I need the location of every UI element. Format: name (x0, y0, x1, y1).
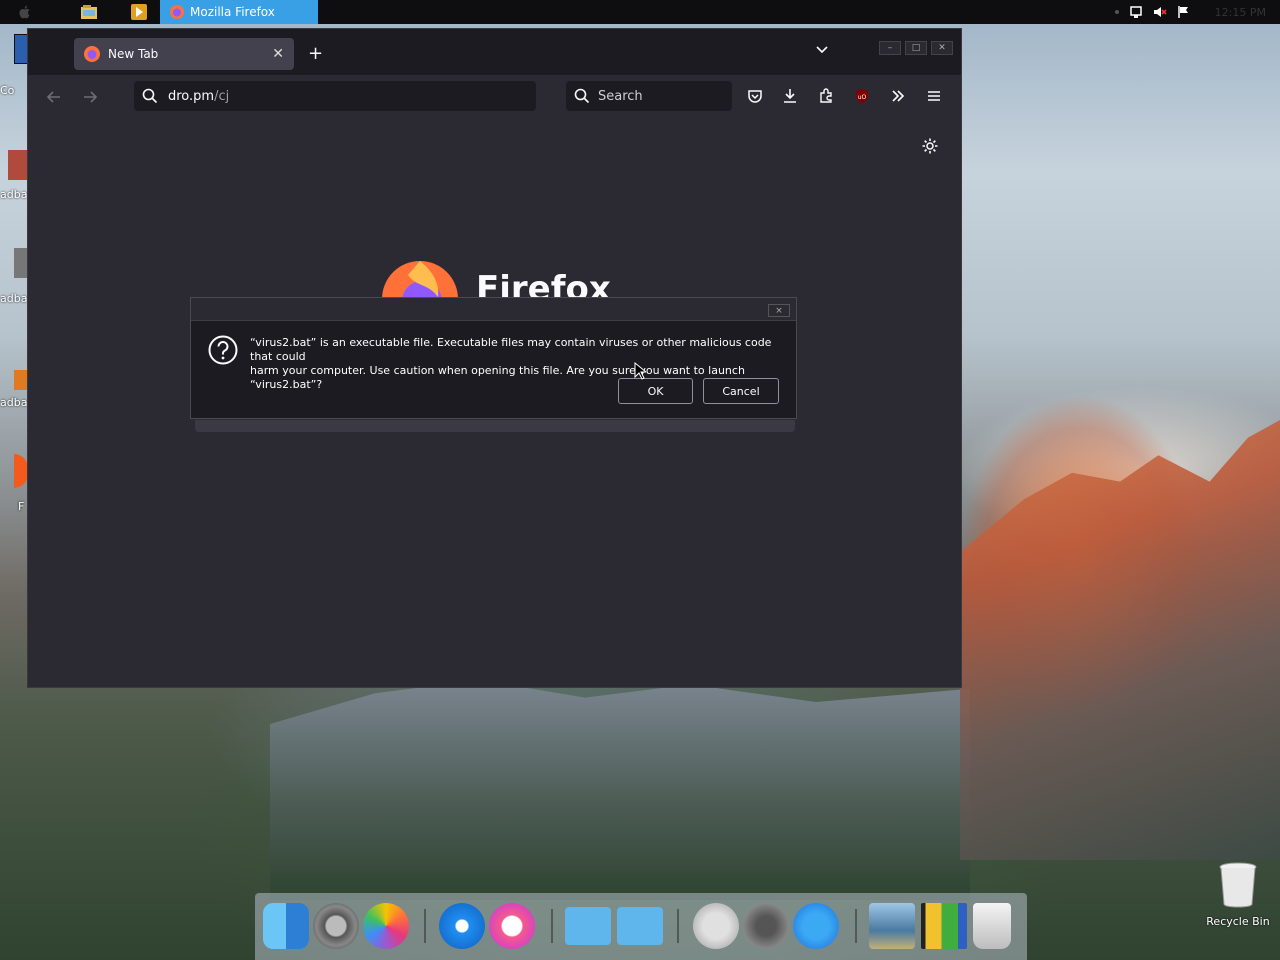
tray-clock[interactable]: 12:15 PM (1215, 6, 1266, 19)
taskbar: Mozilla Firefox 12:15 PM (0, 0, 1280, 24)
search-bar[interactable]: Search (566, 81, 732, 111)
applications-folder-icon[interactable] (617, 907, 663, 945)
firefox-icon (170, 5, 184, 19)
arrow-left-icon (46, 91, 60, 103)
recycle-bin-icon (1219, 862, 1257, 908)
back-button[interactable] (44, 87, 64, 107)
pocket-icon (748, 90, 762, 103)
network-icon[interactable] (1129, 5, 1143, 19)
trash-icon[interactable] (973, 903, 1011, 949)
mouse-cursor-icon (634, 362, 646, 380)
start-button[interactable] (8, 0, 42, 24)
ok-button[interactable]: OK (618, 378, 693, 404)
url-host: dro.pm (168, 88, 215, 104)
desktop-icon-label: F (18, 500, 25, 513)
dialog-message-line: harm your computer. Use caution when ope… (250, 364, 745, 391)
dialog-message: “virus2.bat” is an executable file. Exec… (250, 336, 780, 392)
dock-separator (424, 909, 426, 943)
hamburger-menu-icon (928, 91, 940, 101)
safari-icon[interactable] (439, 903, 485, 949)
app-store-icon[interactable] (793, 903, 839, 949)
executable-warning-dialog: × “virus2.bat” is an executable file. Ex… (190, 297, 797, 419)
recycle-bin-label: Recycle Bin (1206, 915, 1270, 928)
url-bar[interactable]: dro.pm/cj (134, 81, 536, 111)
minimize-button[interactable]: – (879, 41, 901, 55)
file-manager-icon (81, 5, 97, 19)
tab-strip: New Tab ✕ + – □ ✕ (28, 29, 961, 75)
overflow-menu-button[interactable] (887, 85, 909, 107)
downloads-button[interactable] (779, 85, 801, 107)
app-menu-button[interactable] (923, 85, 945, 107)
svg-text:uO: uO (858, 94, 867, 101)
preview-icon[interactable] (869, 903, 915, 949)
search-icon (142, 88, 158, 104)
firefox-icon (84, 46, 100, 62)
firefox-wordmark: Firefox (476, 269, 611, 297)
flag-icon[interactable] (1177, 5, 1191, 19)
photos-icon[interactable] (363, 903, 409, 949)
wallpaper-valley (270, 680, 970, 900)
dock-separator (855, 909, 857, 943)
dialog-titlebar: × (191, 298, 796, 321)
new-tab-button[interactable]: + (308, 43, 323, 64)
search-placeholder: Search (598, 88, 643, 104)
dock-separator (677, 909, 679, 943)
desktop-icon-label: adba (0, 188, 28, 201)
shutdown-icon[interactable] (693, 903, 739, 949)
dialog-underlay (195, 420, 795, 432)
desktop-icon-label: Co (0, 84, 15, 97)
taskbar-task-firefox[interactable]: Mozilla Firefox (160, 0, 318, 24)
tab-new-tab[interactable]: New Tab ✕ (74, 38, 294, 70)
close-window-button[interactable]: ✕ (931, 41, 953, 55)
forward-button[interactable] (80, 87, 100, 107)
search-icon (574, 88, 590, 104)
download-icon (784, 89, 796, 103)
desktop-icon-adb-2[interactable] (14, 248, 28, 278)
wallpaper-el-capitan (960, 420, 1280, 860)
nav-toolbar: dro.pm/cj Search uO (28, 75, 961, 117)
desktop-icon-adb-1[interactable] (8, 150, 28, 180)
dock-separator (551, 909, 553, 943)
dialog-message-line: “virus2.bat” is an executable file. Exec… (250, 336, 772, 363)
question-icon (208, 335, 238, 368)
ublock-origin-button[interactable]: uO (851, 85, 873, 107)
volume-muted-icon[interactable] (1153, 5, 1167, 19)
system-tray: 12:15 PM (1114, 0, 1266, 24)
cancel-button[interactable]: Cancel (703, 378, 779, 404)
desktop-icon-adb-3[interactable] (14, 370, 28, 390)
recycle-bin[interactable]: Recycle Bin (1206, 862, 1270, 928)
media-player-icon (131, 4, 147, 20)
taskbar-file-manager[interactable] (72, 0, 106, 24)
dialog-close-button[interactable]: × (768, 304, 790, 317)
launchpad-icon[interactable] (743, 903, 789, 949)
puzzle-piece-icon (820, 88, 832, 103)
extensions-button[interactable] (815, 85, 837, 107)
gear-icon (922, 138, 938, 154)
chevron-down-icon (816, 46, 828, 54)
tab-title: New Tab (108, 47, 159, 61)
ublock-shield-icon: uO (856, 89, 868, 103)
tray-dot-icon (1114, 10, 1119, 14)
dock (255, 893, 1027, 960)
double-chevron-right-icon (892, 90, 905, 102)
window-controls: – □ ✕ (879, 41, 953, 55)
maximize-button[interactable]: □ (905, 41, 927, 55)
apple-icon (19, 5, 30, 19)
system-preferences-icon[interactable] (313, 903, 359, 949)
tab-close-icon[interactable]: ✕ (272, 46, 284, 62)
url-path: /cj (214, 88, 230, 104)
photo-booth-icon[interactable] (921, 903, 967, 949)
pocket-button[interactable] (744, 85, 766, 107)
desktop-icon-label: adba (0, 396, 28, 409)
itunes-icon[interactable] (489, 903, 535, 949)
finder-icon[interactable] (263, 903, 309, 949)
customize-new-tab-button[interactable] (921, 137, 939, 158)
list-all-tabs-button[interactable] (815, 43, 829, 60)
folder-icon[interactable] (565, 907, 611, 945)
desktop-icon-label: adba (0, 292, 28, 305)
taskbar-task-label: Mozilla Firefox (190, 5, 275, 19)
arrow-right-icon (84, 91, 98, 103)
taskbar-media-player[interactable] (122, 0, 156, 24)
